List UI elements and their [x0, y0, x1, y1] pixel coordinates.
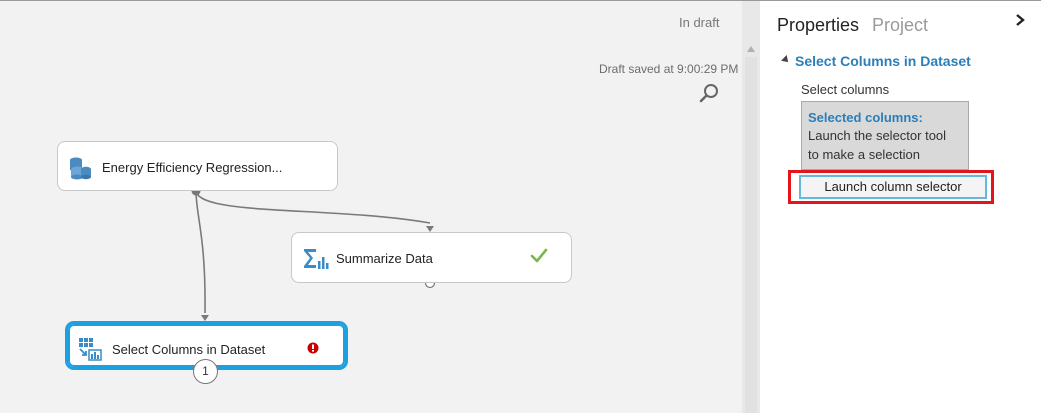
- selected-columns-box: Selected columns: Launch the selector to…: [801, 101, 969, 170]
- canvas-scrollbar[interactable]: [742, 1, 760, 413]
- edge-energy-to-summarize: [195, 190, 431, 224]
- database-icon: [70, 157, 91, 180]
- select-columns-label: Select columns: [801, 82, 890, 97]
- scrollbar-thumb[interactable]: [745, 57, 757, 413]
- sigma-chart-icon: [304, 249, 329, 269]
- error-icon[interactable]: [307, 342, 319, 354]
- collapse-triangle-icon[interactable]: [781, 55, 791, 65]
- module-summarize-data[interactable]: Summarize Data: [291, 232, 572, 283]
- launch-column-selector-button[interactable]: Launch column selector: [799, 175, 987, 199]
- selected-columns-hint-line2: to make a selection: [808, 147, 921, 162]
- module-label: Energy Efficiency Regression...: [102, 160, 283, 175]
- module-label: Select Columns in Dataset: [112, 342, 266, 357]
- edge-energy-to-select: [195, 190, 206, 314]
- properties-panel: Properties Project Select Columns in Dat…: [760, 1, 1041, 413]
- chevron-right-icon[interactable]: [1012, 11, 1028, 29]
- section-title[interactable]: Select Columns in Dataset: [795, 53, 971, 69]
- experiment-canvas[interactable]: In draft Draft saved at 9:00:29 PM Energ…: [0, 1, 742, 413]
- selected-columns-title: Selected columns:: [808, 110, 923, 125]
- module-energy-efficiency-dataset[interactable]: Energy Efficiency Regression...: [57, 141, 338, 191]
- module-label: Summarize Data: [336, 251, 433, 266]
- selected-columns-hint-line1: Launch the selector tool: [808, 128, 947, 143]
- input-port-badge[interactable]: 1: [193, 359, 218, 384]
- tab-project[interactable]: Project: [872, 15, 928, 36]
- checkmark-icon: [530, 248, 548, 263]
- tab-properties[interactable]: Properties: [777, 15, 859, 36]
- scroll-up-icon[interactable]: [746, 45, 756, 53]
- select-columns-icon: [79, 338, 102, 361]
